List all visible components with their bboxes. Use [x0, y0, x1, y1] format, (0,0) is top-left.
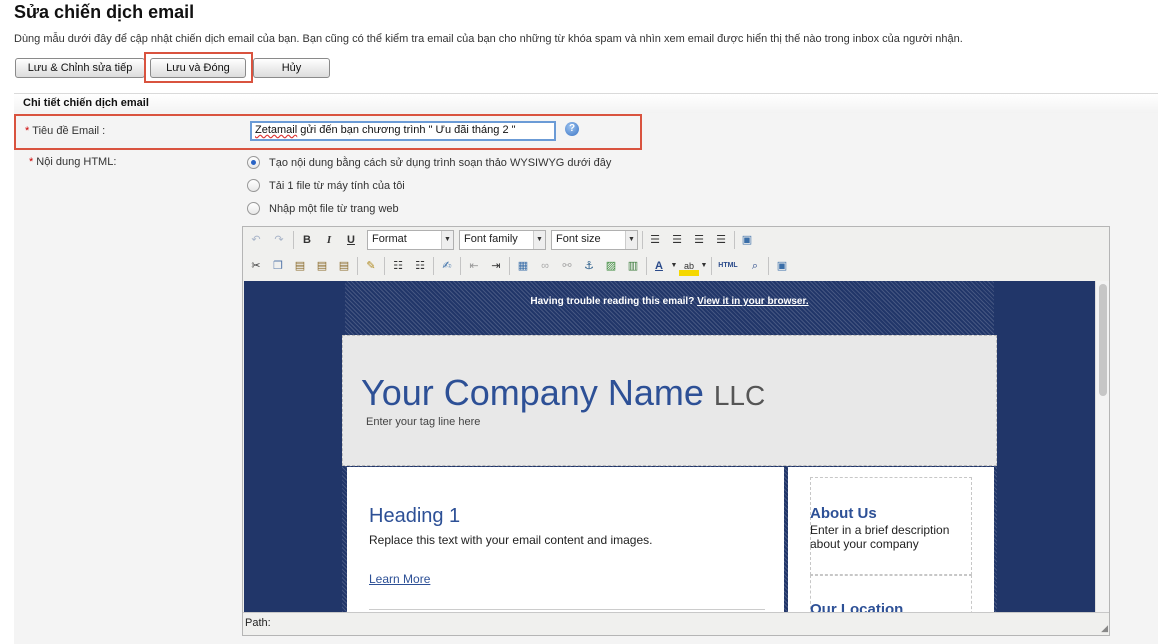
editor-canvas[interactable]: Having trouble reading this email? View …: [244, 281, 1095, 612]
align-right-icon[interactable]: ☰: [689, 230, 709, 250]
image-icon[interactable]: ▨: [601, 256, 621, 276]
toolbar-separator: [646, 257, 647, 275]
view-in-browser-link[interactable]: View it in your browser.: [697, 296, 809, 307]
company-name: Your Company Name LLC: [361, 372, 765, 414]
editor-toolbar-row-1: ↶ ↷ B I U Format ▼ Font family ▼ Font size…: [243, 227, 1109, 253]
html-source-button[interactable]: HTML: [715, 256, 741, 276]
copy-icon[interactable]: ❐: [268, 256, 288, 276]
font-family-select[interactable]: Font family ▼: [459, 230, 546, 250]
format-select-value: Format: [372, 233, 407, 245]
about-us-text: Enter in a brief description about your …: [810, 523, 950, 551]
trouble-reading-notice: Having trouble reading this email? View …: [345, 281, 994, 335]
subject-highlight: [14, 114, 642, 150]
cancel-button[interactable]: Hủy: [253, 58, 330, 78]
scrollbar-thumb[interactable]: [1099, 284, 1107, 396]
toolbar-separator: [711, 257, 712, 275]
indent-icon[interactable]: ⇥: [486, 256, 506, 276]
underline-icon[interactable]: U: [341, 230, 361, 250]
link-icon[interactable]: ∞: [535, 256, 555, 276]
highlight-color-icon[interactable]: ab: [679, 256, 699, 276]
toolbar-separator: [384, 257, 385, 275]
main-content: Heading 1 Replace this text with your em…: [347, 467, 784, 612]
section-header: Chi tiết chiến dịch email: [14, 93, 1158, 113]
paste-icon[interactable]: ▤: [290, 256, 310, 276]
align-justify-icon[interactable]: ☰: [711, 230, 731, 250]
sidebar-column: About Us Enter in a brief description ab…: [788, 467, 994, 612]
resize-handle-icon[interactable]: ◢: [1101, 623, 1108, 634]
path-label: Path:: [245, 617, 271, 629]
font-family-select-value: Font family: [464, 233, 518, 245]
save-continue-button[interactable]: Lưu & Chỉnh sửa tiếp: [15, 58, 145, 78]
learn-more-link[interactable]: Learn More: [369, 572, 430, 586]
edit-icon[interactable]: ✍: [437, 256, 457, 276]
table-icon[interactable]: ▦: [513, 256, 533, 276]
text-color-icon[interactable]: A: [649, 256, 669, 276]
content-heading: Heading 1: [369, 505, 461, 527]
toolbar-separator: [357, 257, 358, 275]
radio-option-wysiwyg[interactable]: Tạo nội dung bằng cách sử dụng trình soạ…: [247, 156, 611, 169]
wysiwyg-editor: ↶ ↷ B I U Format ▼ Font family ▼ Font size…: [242, 226, 1110, 636]
chevron-down-icon[interactable]: ▼: [669, 256, 679, 276]
radio-button[interactable]: [247, 179, 260, 192]
content-body: Replace this text with your email conten…: [369, 533, 653, 547]
template-header: Your Company Name LLC Enter your tag lin…: [342, 335, 997, 466]
template-icon[interactable]: ▣: [772, 256, 792, 276]
html-content-label: * Nội dung HTML:: [29, 156, 116, 168]
format-select[interactable]: Format ▼: [367, 230, 454, 250]
toolbar-separator: [433, 257, 434, 275]
italic-icon[interactable]: I: [319, 230, 339, 250]
media-icon[interactable]: ▥: [623, 256, 643, 276]
anchor-icon[interactable]: ⚓: [579, 256, 599, 276]
trouble-text: Having trouble reading this email?: [530, 296, 698, 307]
editor-path-bar: Path:: [243, 612, 1109, 635]
toolbar-separator: [509, 257, 510, 275]
editor-scrollbar[interactable]: [1095, 281, 1109, 612]
chevron-down-icon: ▼: [625, 231, 637, 249]
paste-text-icon[interactable]: ▤: [312, 256, 332, 276]
numbered-list-icon[interactable]: ☷: [410, 256, 430, 276]
paste-word-icon[interactable]: ▤: [334, 256, 354, 276]
required-mark: *: [29, 156, 34, 168]
align-center-icon[interactable]: ☰: [667, 230, 687, 250]
save-close-highlight: [144, 52, 253, 83]
content-divider: [369, 609, 765, 610]
bold-icon[interactable]: B: [297, 230, 317, 250]
html-content-label-text: Nội dung HTML:: [36, 156, 117, 168]
chevron-down-icon: ▼: [533, 231, 545, 249]
cut-icon[interactable]: ✂: [246, 256, 266, 276]
paste-special-icon[interactable]: ▣: [737, 230, 757, 250]
outdent-icon[interactable]: ⇤: [464, 256, 484, 276]
font-size-select[interactable]: Font size ▼: [551, 230, 638, 250]
chevron-down-icon[interactable]: ▼: [699, 256, 709, 276]
radio-option-upload[interactable]: Tải 1 file từ máy tính của tôi: [247, 179, 405, 192]
page-title: Sửa chiến dịch email: [14, 2, 195, 22]
page-description: Dùng mẫu dưới đây để cập nhật chiến dịch…: [14, 33, 963, 45]
cleanup-icon[interactable]: ✎: [361, 256, 381, 276]
font-size-select-value: Font size: [556, 233, 601, 245]
toolbar-separator: [460, 257, 461, 275]
toolbar-separator: [768, 257, 769, 275]
radio-button[interactable]: [247, 202, 260, 215]
unlink-icon[interactable]: ⚯: [557, 256, 577, 276]
toolbar-separator: [734, 231, 735, 249]
radio-label: Tải 1 file từ máy tính của tôi: [269, 180, 405, 192]
about-us-title: About Us: [810, 505, 877, 522]
undo-icon[interactable]: ↶: [246, 230, 266, 250]
bullet-list-icon[interactable]: ☷: [388, 256, 408, 276]
redo-icon[interactable]: ↷: [269, 230, 289, 250]
company-name-text: Your Company Name: [361, 372, 704, 413]
radio-label: Tạo nội dung bằng cách sử dụng trình soạ…: [269, 157, 612, 169]
preview-icon[interactable]: ⌕: [745, 256, 765, 276]
our-location-title: Our Location: [810, 601, 904, 612]
chevron-down-icon: ▼: [441, 231, 453, 249]
radio-option-import[interactable]: Nhập một file từ trang web: [247, 202, 399, 215]
radio-button-selected[interactable]: [247, 156, 260, 169]
toolbar-separator: [293, 231, 294, 249]
company-suffix: LLC: [713, 380, 766, 411]
tagline: Enter your tag line here: [366, 416, 481, 428]
toolbar-separator: [642, 231, 643, 249]
editor-toolbar-row-2: ✂ ❐ ▤ ▤ ▤ ✎ ☷ ☷ ✍ ⇤ ⇥ ▦ ∞ ⚯ ⚓ ▨ ▥ A ▼ ab…: [243, 253, 1109, 279]
align-left-icon[interactable]: ☰: [645, 230, 665, 250]
radio-label: Nhập một file từ trang web: [269, 203, 399, 215]
